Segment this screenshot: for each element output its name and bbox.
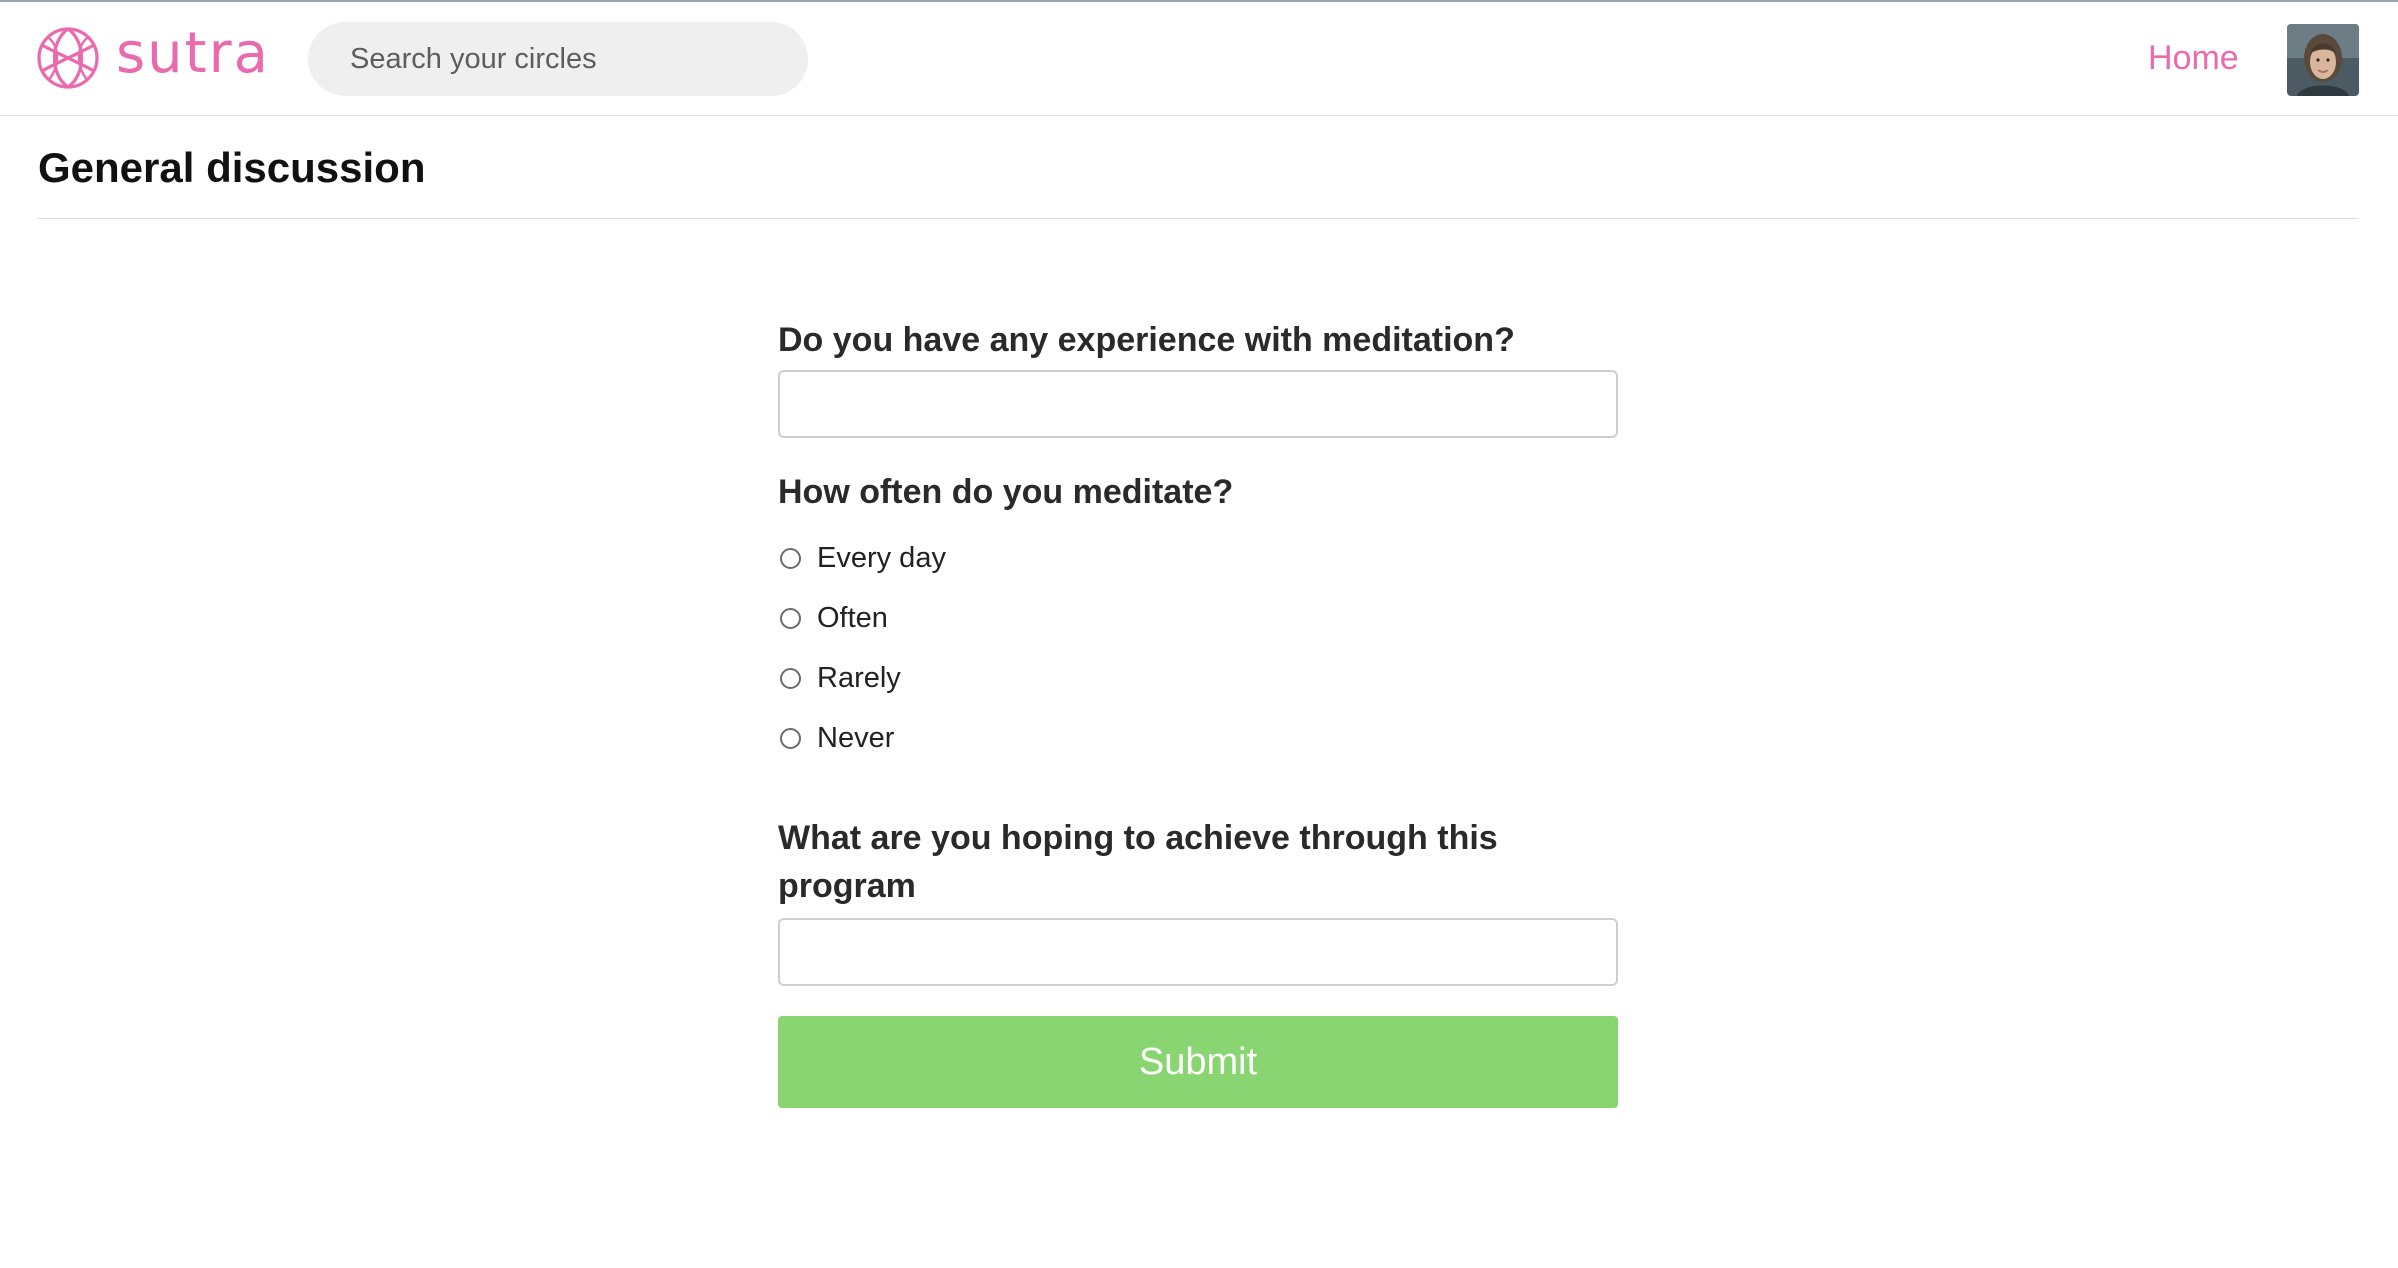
meditation-frequency-radio-group: Every day Often Rarely Never: [778, 528, 1618, 768]
radio-option-label: Often: [817, 601, 888, 634]
radio-option-never[interactable]: Never: [778, 708, 1618, 768]
program-goals-input[interactable]: [778, 918, 1618, 986]
question-meditation-frequency-label: How often do you meditate?: [778, 473, 1234, 511]
radio-button[interactable]: [780, 607, 801, 629]
brand-name: sutra: [116, 21, 270, 86]
radio-option-every-day[interactable]: Every day: [778, 528, 1618, 588]
home-link[interactable]: Home: [2148, 34, 2239, 82]
radio-option-often[interactable]: Often: [778, 588, 1618, 648]
meditation-experience-input[interactable]: [778, 370, 1618, 438]
radio-button[interactable]: [780, 667, 801, 689]
user-avatar-icon: [2287, 24, 2359, 96]
radio-button[interactable]: [780, 727, 801, 749]
question-meditation-experience-label: Do you have any experience with meditati…: [778, 321, 1515, 359]
sutra-logo-icon: [37, 27, 99, 89]
radio-option-label: Every day: [817, 541, 946, 574]
submit-button[interactable]: Submit: [778, 1016, 1618, 1108]
radio-button[interactable]: [780, 547, 801, 569]
page-title: General discussion: [38, 144, 426, 191]
user-avatar[interactable]: [2287, 24, 2359, 96]
radio-option-label: Rarely: [817, 661, 901, 694]
top-navbar: sutra Home: [0, 2, 2398, 116]
radio-option-rarely[interactable]: Rarely: [778, 648, 1618, 708]
search-input[interactable]: [308, 22, 808, 96]
radio-option-label: Never: [817, 721, 895, 754]
question-program-goals-label: What are you hoping to achieve through t…: [778, 819, 1498, 905]
sutra-logo[interactable]: sutra: [36, 22, 270, 94]
title-divider: [38, 218, 2358, 219]
questionnaire-form: Do you have any experience with meditati…: [778, 316, 1618, 1108]
